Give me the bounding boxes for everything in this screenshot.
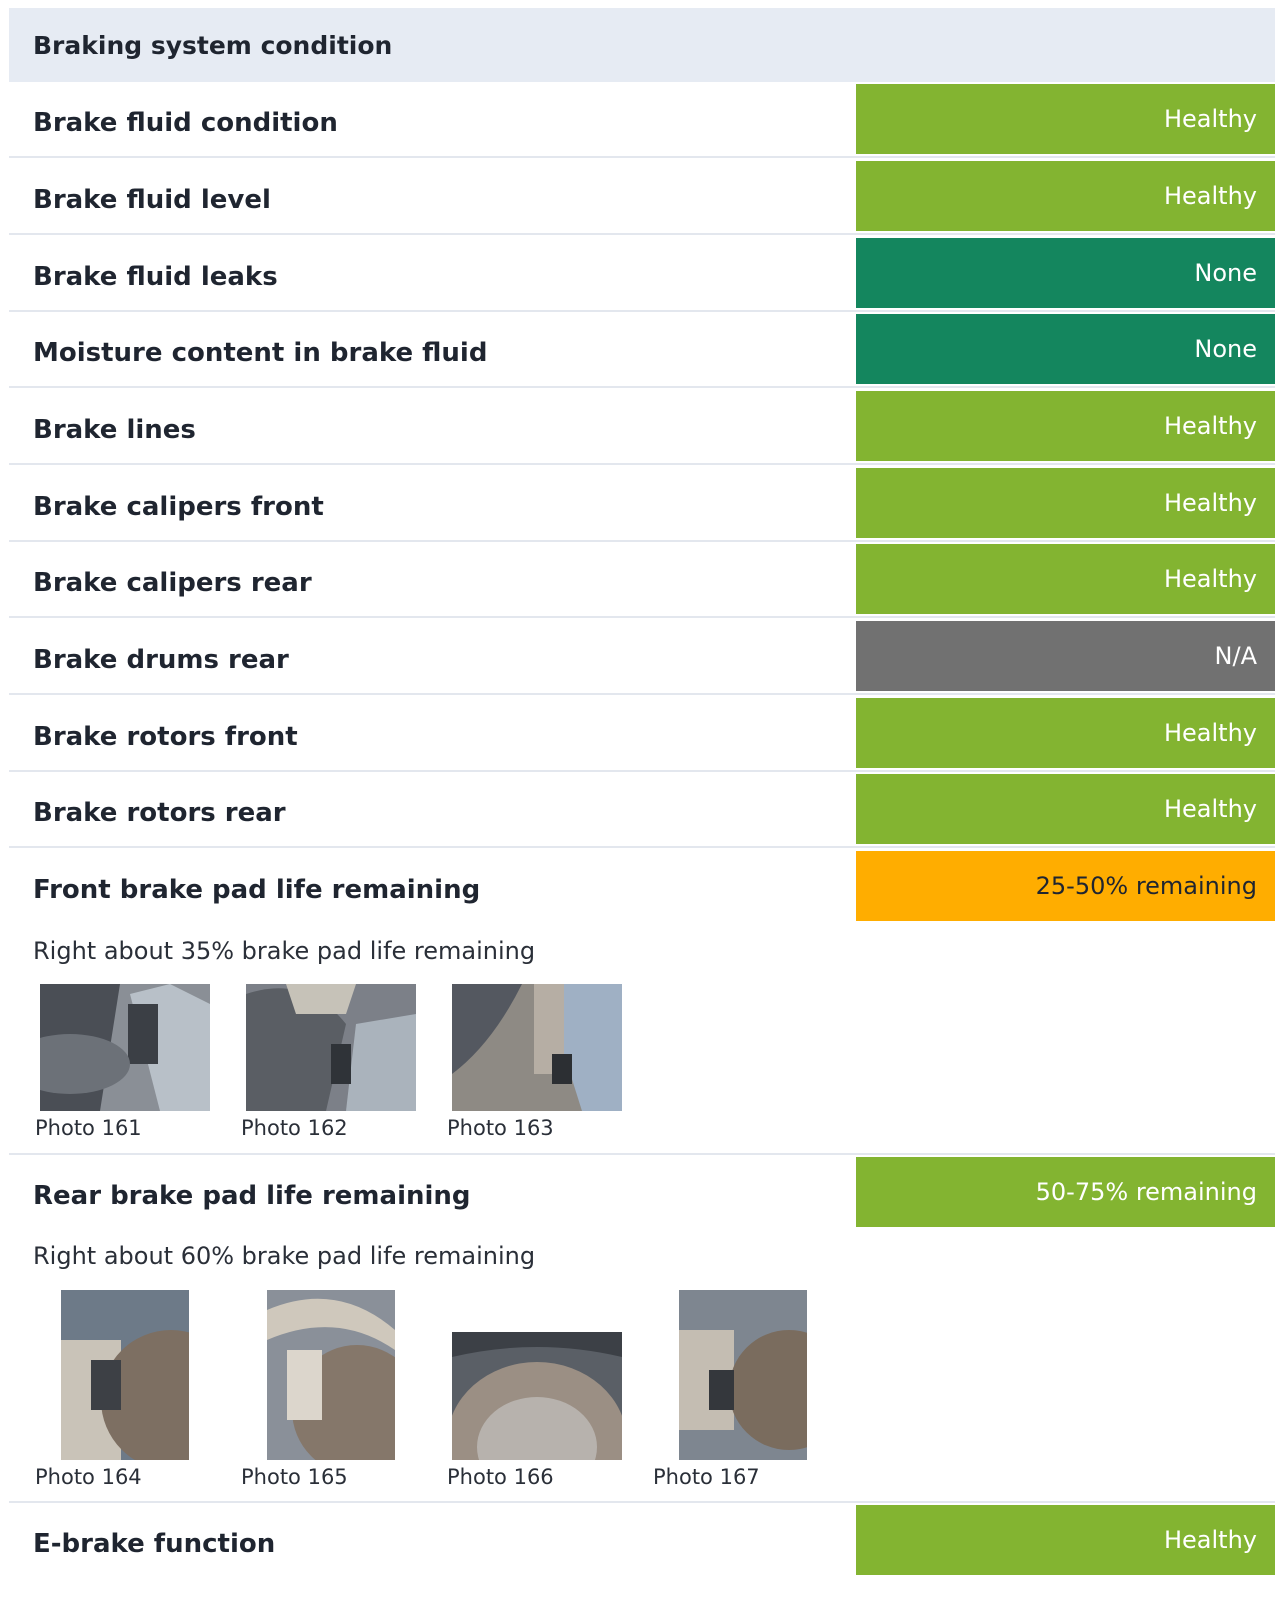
brake-photo[interactable] xyxy=(452,1332,622,1460)
row-label: Brake rotors rear xyxy=(33,798,286,828)
row-label: Front brake pad life remaining xyxy=(33,875,481,905)
photo-caption: Photo 166 xyxy=(447,1465,554,1489)
inspection-row: Brake calipers rear Healthy xyxy=(9,544,1275,618)
inspection-row: Brake fluid leaks None xyxy=(9,238,1275,312)
row-label: Brake calipers rear xyxy=(33,568,312,598)
inspection-row: Brake rotors front Healthy xyxy=(9,698,1275,772)
row-label: Rear brake pad life remaining xyxy=(33,1181,471,1211)
status-badge: 25-50% remaining xyxy=(856,851,1275,921)
row-label: E-brake function xyxy=(33,1529,276,1559)
inspection-row: Brake rotors rear Healthy xyxy=(9,774,1275,848)
status-badge: Healthy xyxy=(856,468,1275,538)
status-badge: None xyxy=(856,314,1275,384)
status-badge: Healthy xyxy=(856,544,1275,614)
brake-photo[interactable] xyxy=(267,1290,395,1460)
status-badge: None xyxy=(856,238,1275,308)
row-label: Brake fluid level xyxy=(33,185,271,215)
section-header: Braking system condition xyxy=(9,8,1275,82)
photo-caption: Photo 165 xyxy=(241,1465,348,1489)
rear-brake-pad-row: Rear brake pad life remaining 50-75% rem… xyxy=(9,1157,1275,1503)
front-brake-pad-row: Front brake pad life remaining 25-50% re… xyxy=(9,851,1275,1155)
status-badge: Healthy xyxy=(856,161,1275,231)
row-label: Brake rotors front xyxy=(33,722,298,752)
row-label: Brake fluid condition xyxy=(33,108,338,138)
row-label: Brake calipers front xyxy=(33,492,324,522)
status-badge: Healthy xyxy=(856,391,1275,461)
photo-caption: Photo 163 xyxy=(447,1116,554,1140)
row-label: Brake lines xyxy=(33,415,196,445)
brake-photo[interactable] xyxy=(40,984,210,1111)
status-badge: Healthy xyxy=(856,698,1275,768)
status-badge: N/A xyxy=(856,621,1275,691)
inspection-row: Brake lines Healthy xyxy=(9,391,1275,465)
brake-photo[interactable] xyxy=(61,1290,189,1460)
brake-photo[interactable] xyxy=(452,984,622,1111)
section-title: Braking system condition xyxy=(33,30,393,60)
photo-thumbnail[interactable]: Photo 165 xyxy=(241,1290,416,1490)
photo-thumbnail[interactable]: Photo 167 xyxy=(653,1290,828,1490)
inspection-note: Right about 60% brake pad life remaining xyxy=(33,1242,536,1270)
status-badge: Healthy xyxy=(856,84,1275,154)
inspection-row: Brake drums rear N/A xyxy=(9,621,1275,695)
inspection-row: Brake fluid condition Healthy xyxy=(9,84,1275,158)
photo-caption: Photo 164 xyxy=(35,1465,142,1489)
row-label: Moisture content in brake fluid xyxy=(33,338,488,368)
inspection-row: Moisture content in brake fluid None xyxy=(9,314,1275,388)
photo-thumbnail[interactable]: Photo 163 xyxy=(447,984,622,1144)
photo-thumbnail[interactable]: Photo 162 xyxy=(241,984,416,1144)
row-label: Brake fluid leaks xyxy=(33,262,278,292)
photo-caption: Photo 161 xyxy=(35,1116,142,1140)
inspection-row: Brake fluid level Healthy xyxy=(9,161,1275,235)
photo-thumbnail[interactable]: Photo 161 xyxy=(35,984,210,1144)
status-badge: 50-75% remaining xyxy=(856,1157,1275,1227)
photo-thumbnail[interactable]: Photo 164 xyxy=(35,1290,210,1490)
photo-thumbnail[interactable]: Photo 166 xyxy=(447,1290,622,1490)
status-badge: Healthy xyxy=(856,1505,1275,1575)
status-badge: Healthy xyxy=(856,774,1275,844)
photo-caption: Photo 167 xyxy=(653,1465,760,1489)
brake-photo[interactable] xyxy=(679,1290,807,1460)
brake-photo[interactable] xyxy=(246,984,416,1111)
inspection-row: Brake calipers front Healthy xyxy=(9,468,1275,542)
row-label: Brake drums rear xyxy=(33,645,289,675)
inspection-row: E-brake function Healthy xyxy=(9,1505,1275,1611)
inspection-note: Right about 35% brake pad life remaining xyxy=(33,937,536,965)
photo-caption: Photo 162 xyxy=(241,1116,348,1140)
